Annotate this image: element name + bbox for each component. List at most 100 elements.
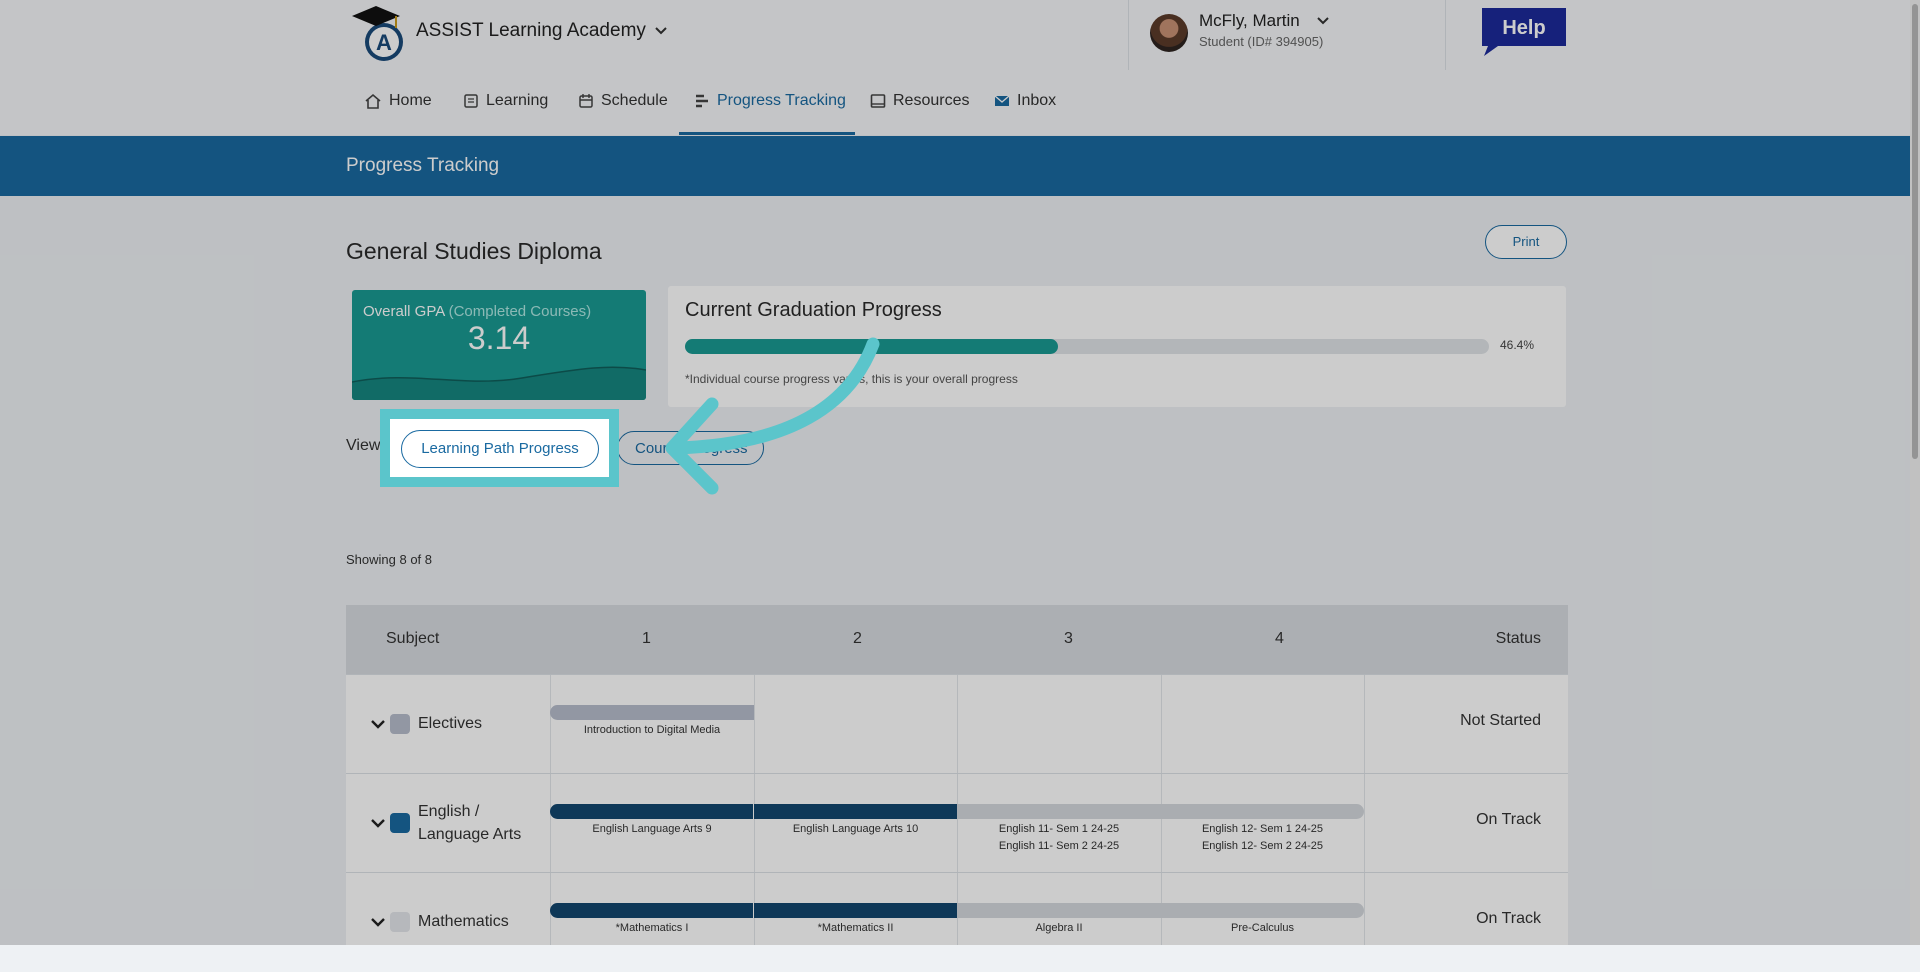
home-icon	[365, 93, 381, 109]
status-text: Not Started	[1460, 712, 1541, 729]
chevron-down-icon	[1317, 17, 1329, 25]
nav-resources[interactable]: Resources	[870, 92, 969, 110]
academy-logo[interactable]: A	[346, 2, 406, 62]
nav-progress-tracking[interactable]: Progress Tracking	[694, 92, 846, 110]
course-label: English 12- Sem 2 24-25	[1201, 840, 1324, 852]
header-subject: Subject	[386, 630, 440, 647]
gpa-label: Overall GPA (Completed Courses)	[363, 303, 591, 320]
print-button[interactable]: Print	[1485, 225, 1567, 259]
subject-label: English / Language Arts	[418, 800, 521, 846]
showing-count: Showing 8 of 8	[346, 552, 433, 567]
gpa-label-text: Overall GPA	[363, 303, 445, 320]
learning-path-progress-button[interactable]: Learning Path Progress	[401, 430, 599, 468]
header-divider	[1445, 0, 1446, 70]
nav-learning[interactable]: Learning	[463, 92, 548, 110]
nav-home[interactable]: Home	[364, 92, 432, 110]
course-label: *Mathematics I	[615, 922, 689, 934]
user-name: McFly, Martin	[1199, 11, 1300, 30]
nav-label: Schedule	[601, 92, 668, 109]
tutorial-highlight: Learning Path Progress	[380, 409, 619, 487]
diploma-title: General Studies Diploma	[346, 238, 602, 264]
academy-selector[interactable]: ASSIST Learning Academy	[416, 20, 668, 42]
help-label: Help	[1502, 17, 1545, 39]
subject-label-line: English /	[418, 803, 480, 820]
nav-schedule[interactable]: Schedule	[578, 92, 668, 110]
course-segment[interactable]	[550, 903, 753, 918]
graduation-percent: 46.4%	[1500, 338, 1535, 352]
table-row: English / Language Arts English Language…	[346, 773, 1568, 873]
course-segment[interactable]	[957, 903, 1161, 918]
nav-label: Resources	[893, 92, 970, 109]
subject-label-line: Language Arts	[418, 826, 522, 843]
course-label: Pre-Calculus	[1231, 922, 1294, 934]
course-label: English Language Arts 9	[592, 823, 712, 835]
graduation-progress-fill	[685, 339, 1059, 354]
header-term-3: 3	[1064, 630, 1073, 647]
subject-color-swatch	[390, 912, 410, 932]
chevron-down-icon	[655, 27, 667, 35]
graduation-progress-bar	[685, 339, 1489, 354]
table-row: Electives Introduction to Digital Media …	[346, 674, 1568, 774]
course-segment[interactable]	[1161, 903, 1364, 918]
top-header: A ASSIST Learning Academy McFly, Martin …	[0, 0, 1920, 72]
gpa-card: Overall GPA (Completed Courses) 3.14	[352, 290, 646, 400]
header-divider	[1128, 0, 1129, 70]
scrollbar-thumb[interactable]	[1912, 4, 1918, 459]
course-label: English Language Arts 10	[792, 823, 919, 835]
mail-icon	[994, 95, 1010, 106]
course-label: Introduction to Digital Media	[583, 724, 721, 736]
nav-inbox[interactable]: Inbox	[994, 92, 1056, 110]
course-label: English 12- Sem 1 24-25	[1201, 823, 1324, 835]
calendar-icon	[579, 94, 593, 108]
course-segment[interactable]	[550, 804, 753, 819]
header-term-2: 2	[853, 630, 862, 647]
book-icon	[464, 94, 478, 108]
table-header: Subject 1 2 3 4 Status	[346, 605, 1568, 674]
course-label: English 11- Sem 1 24-25	[998, 823, 1120, 835]
resources-icon	[870, 94, 886, 108]
main-nav: Home Learning Schedule Progress Tracking…	[0, 72, 1920, 135]
header-status: Status	[1495, 630, 1541, 647]
nav-label: Inbox	[1017, 92, 1057, 109]
nav-label: Learning	[486, 92, 549, 109]
page-banner: Progress Tracking	[0, 136, 1920, 196]
subject-label: Mathematics	[418, 913, 509, 930]
course-segment[interactable]	[1161, 804, 1364, 819]
nav-label: Progress Tracking	[717, 92, 846, 109]
course-progress-button[interactable]: Course Progress	[617, 431, 764, 465]
page-scrollbar[interactable]	[1910, 0, 1920, 945]
chevron-down-icon[interactable]	[370, 815, 386, 831]
progress-table: Subject 1 2 3 4 Status Electives Introdu…	[346, 605, 1568, 945]
help-button[interactable]: Help	[1480, 6, 1568, 58]
graduation-note: *Individual course progress varies, this…	[685, 372, 1018, 386]
progress-icon	[696, 94, 708, 108]
avatar[interactable]	[1150, 14, 1188, 52]
view-label: View	[346, 437, 381, 454]
status-text: On Track	[1476, 811, 1541, 828]
subject-label: Electives	[418, 715, 483, 732]
header-term-4: 4	[1275, 630, 1284, 647]
course-segment[interactable]	[550, 705, 754, 720]
table-row: Mathematics *Mathematics I *Mathematics …	[346, 872, 1568, 972]
subject-color-swatch	[390, 714, 410, 734]
user-id: Student (ID# 394905)	[1199, 34, 1324, 49]
graduation-title: Current Graduation Progress	[685, 299, 942, 321]
nav-label: Home	[389, 92, 432, 109]
active-tab-indicator	[679, 132, 855, 135]
course-label: English 11- Sem 2 24-25	[998, 840, 1120, 852]
gpa-sub-label: (Completed Courses)	[448, 303, 592, 320]
subject-color-swatch	[390, 813, 410, 833]
academy-name: ASSIST Learning Academy	[416, 20, 646, 41]
chevron-down-icon[interactable]	[370, 716, 386, 732]
page-title: Progress Tracking	[346, 155, 500, 176]
user-menu[interactable]: McFly, Martin	[1199, 11, 1330, 31]
header-term-1: 1	[642, 630, 651, 647]
course-segment[interactable]	[957, 804, 1161, 819]
course-segment[interactable]	[754, 903, 957, 918]
svg-text:A: A	[376, 30, 392, 55]
gpa-wave-decoration	[352, 366, 646, 400]
course-label: *Mathematics II	[817, 922, 894, 934]
course-segment[interactable]	[754, 804, 957, 819]
status-text: On Track	[1476, 910, 1541, 927]
chevron-down-icon[interactable]	[370, 914, 386, 930]
